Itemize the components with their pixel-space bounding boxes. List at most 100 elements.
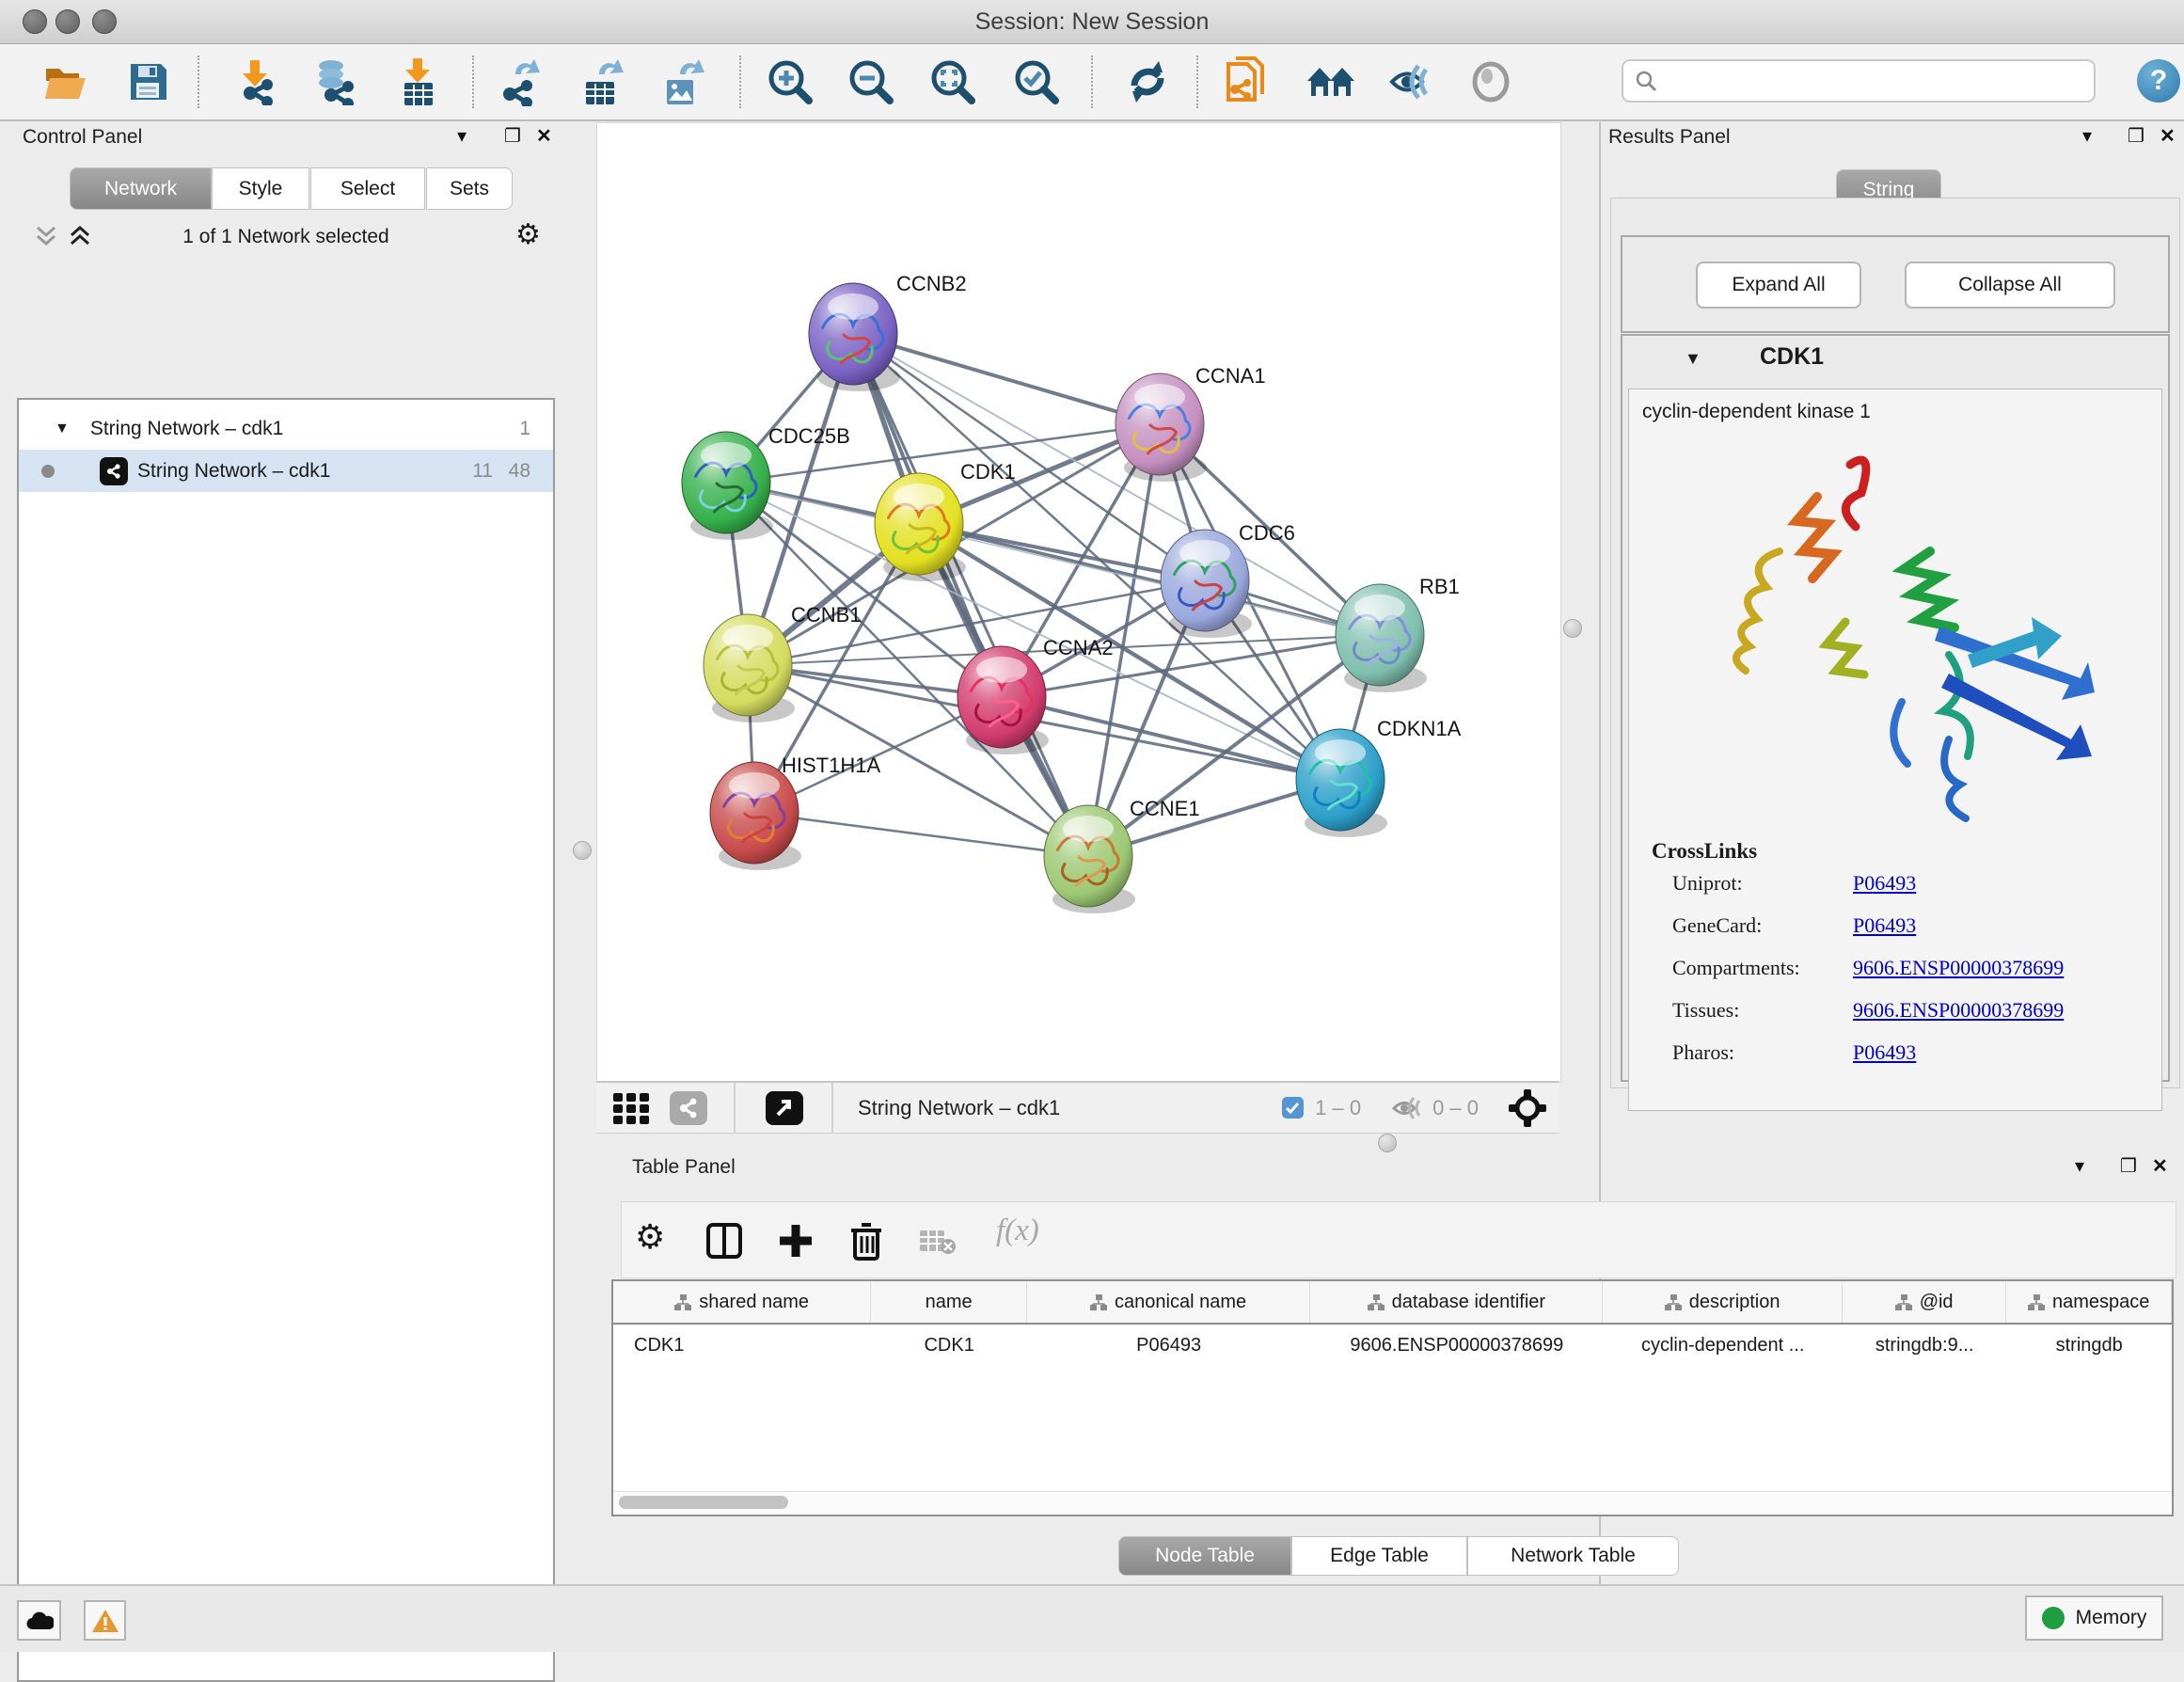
node-CCNA2[interactable]: CCNA2 — [957, 636, 1114, 754]
tab-node-table[interactable]: Node Table — [1118, 1536, 1291, 1576]
edge-HIST1H1A-CCNE1[interactable] — [754, 813, 1088, 856]
refresh-icon[interactable] — [1123, 57, 1172, 106]
export-image-icon[interactable] — [658, 57, 707, 106]
crosslink-link[interactable]: 9606.ENSP00000378699 — [1853, 998, 2064, 1023]
column-header-canonical-name[interactable]: canonical name — [1027, 1281, 1310, 1323]
network-tree: ▼ String Network – cdk1 1 String Network… — [17, 398, 555, 1682]
open-in-window-icon[interactable] — [766, 1091, 803, 1125]
zoom-out-icon[interactable] — [847, 57, 895, 106]
add-column-icon[interactable] — [778, 1223, 814, 1259]
import-table-icon[interactable] — [393, 57, 442, 106]
column-header-description[interactable]: description — [1603, 1281, 1842, 1323]
panel-collapse-icon[interactable]: ▾ — [2075, 1154, 2084, 1178]
table-row[interactable]: CDK1CDK1P064939606.ENSP00000378699cyclin… — [613, 1325, 2172, 1366]
save-icon[interactable] — [124, 57, 173, 106]
tab-network[interactable]: Network — [70, 167, 212, 210]
edge-CCNB2-CCNE1[interactable] — [853, 334, 1088, 856]
panel-close-icon[interactable]: ✕ — [2160, 124, 2176, 148]
panel-collapse-icon[interactable]: ▾ — [457, 124, 467, 148]
crosslinks-heading: CrossLinks — [1652, 839, 1757, 864]
table-settings-gear-icon[interactable]: ⚙ — [635, 1217, 665, 1257]
tab-network-table[interactable]: Network Table — [1467, 1536, 1679, 1576]
export-network-icon[interactable] — [497, 57, 546, 106]
network-row-selected[interactable]: String Network – cdk1 11 48 — [19, 450, 553, 492]
share-document-icon[interactable] — [1223, 57, 1272, 106]
tree-expander-icon[interactable]: ▼ — [55, 420, 70, 437]
node-CDC6[interactable]: CDC6 — [1161, 521, 1295, 638]
columns-icon[interactable] — [706, 1223, 742, 1259]
hide-eye-icon[interactable] — [1386, 57, 1435, 106]
column-header--id[interactable]: @id — [1843, 1281, 2007, 1323]
control-panel-title: Control Panel — [23, 126, 142, 149]
panel-float-icon[interactable]: ❐ — [2128, 124, 2144, 148]
node-CCNA1[interactable]: CCNA1 — [1116, 364, 1266, 482]
zoom-selected-icon[interactable] — [1012, 57, 1061, 106]
horizontal-splitter-handle[interactable] — [1378, 1134, 1397, 1152]
tab-select[interactable]: Select — [310, 167, 425, 210]
panel-float-icon[interactable]: ❐ — [504, 124, 521, 148]
edge-CCNA2-CDKN1A[interactable] — [1002, 697, 1340, 780]
crosslink-link[interactable]: 9606.ENSP00000378699 — [1853, 956, 2064, 980]
zoom-fit-icon[interactable] — [928, 57, 977, 106]
cell-shared-name[interactable]: CDK1 — [613, 1325, 871, 1366]
column-header-shared-name[interactable]: shared name — [613, 1281, 871, 1323]
expand-all-button[interactable]: Expand All — [1696, 262, 1861, 309]
help-icon[interactable]: ? — [2137, 59, 2180, 103]
export-table-icon[interactable] — [578, 57, 626, 106]
cell--id[interactable]: stringdb:9... — [1843, 1325, 2007, 1366]
homes-icon[interactable] — [1306, 57, 1354, 106]
panel-close-icon[interactable]: ✕ — [2152, 1154, 2168, 1178]
tab-style[interactable]: Style — [212, 167, 309, 210]
grid-view-icon[interactable] — [613, 1091, 651, 1125]
crosslink-label: Compartments: — [1672, 956, 1800, 980]
column-header-namespace[interactable]: namespace — [2006, 1281, 2172, 1323]
zoom-in-icon[interactable] — [766, 57, 815, 106]
node-HIST1H1A[interactable]: HIST1H1A — [710, 754, 880, 870]
node-CDC25B[interactable]: CDC25B — [682, 424, 850, 540]
import-database-icon[interactable] — [309, 57, 357, 106]
panel-close-icon[interactable]: ✕ — [536, 124, 552, 148]
cloud-button[interactable] — [17, 1600, 61, 1641]
table-horizontal-scrollbar[interactable] — [613, 1491, 2172, 1513]
delete-icon[interactable] — [849, 1221, 883, 1261]
node-label-CDKN1A: CDKN1A — [1377, 717, 1462, 740]
node-RB1[interactable]: RB1 — [1336, 575, 1460, 692]
network-canvas[interactable]: CCNB2CCNA1CDC25BCDK1CDC6RB1CCNB1CCNA2CDK… — [596, 122, 1561, 1083]
cell-canonical-name[interactable]: P06493 — [1027, 1325, 1310, 1366]
node-CCNB2[interactable]: CCNB2 — [809, 272, 967, 391]
eye-icon[interactable] — [1466, 57, 1515, 106]
warning-button[interactable] — [84, 1600, 126, 1641]
tab-sets[interactable]: Sets — [426, 167, 513, 210]
collapse-all-button[interactable]: Collapse All — [1905, 262, 2115, 309]
panel-collapse-icon[interactable]: ▾ — [2082, 124, 2092, 148]
search-input[interactable] — [1622, 59, 2096, 103]
network-options-gear-icon[interactable]: ⚙ — [515, 218, 541, 251]
panel-float-icon[interactable]: ❐ — [2120, 1154, 2137, 1178]
import-network-icon[interactable] — [229, 57, 278, 106]
open-folder-icon[interactable] — [41, 57, 90, 106]
crosslink-link[interactable]: P06493 — [1853, 871, 1916, 896]
tab-edge-table[interactable]: Edge Table — [1291, 1536, 1467, 1576]
section-expander-icon[interactable]: ▼ — [1685, 349, 1701, 369]
crosslink-link[interactable]: P06493 — [1853, 1040, 1916, 1065]
cell-database-identifier[interactable]: 9606.ENSP00000378699 — [1310, 1325, 1603, 1366]
column-header-database-identifier[interactable]: database identifier — [1310, 1281, 1603, 1323]
left-splitter-handle[interactable] — [573, 841, 592, 860]
cell-description[interactable]: cyclin-dependent ... — [1603, 1325, 1842, 1366]
crosslink-link[interactable]: P06493 — [1853, 913, 1916, 938]
node-CCNE1[interactable]: CCNE1 — [1044, 797, 1200, 913]
birdseye-crosshair-icon[interactable] — [1509, 1089, 1546, 1127]
delete-table-icon[interactable] — [919, 1229, 957, 1255]
scrollbar-thumb[interactable] — [619, 1496, 788, 1509]
network-collection-row[interactable]: ▼ String Network – cdk1 1 — [19, 407, 553, 450]
node-CDKN1A[interactable]: CDKN1A — [1296, 717, 1462, 837]
memory-button[interactable]: Memory — [2025, 1595, 2163, 1641]
string-network-badge-icon[interactable] — [670, 1091, 707, 1125]
column-header-name[interactable]: name — [871, 1281, 1027, 1323]
cell-name[interactable]: CDK1 — [871, 1325, 1027, 1366]
cell-namespace[interactable]: stringdb — [2006, 1325, 2172, 1366]
node-CCNB1[interactable]: CCNB1 — [704, 603, 862, 722]
right-splitter-handle[interactable] — [1563, 619, 1582, 638]
selected-checkbox-icon[interactable] — [1282, 1097, 1304, 1119]
function-builder-icon[interactable]: f(x) — [996, 1214, 1039, 1248]
